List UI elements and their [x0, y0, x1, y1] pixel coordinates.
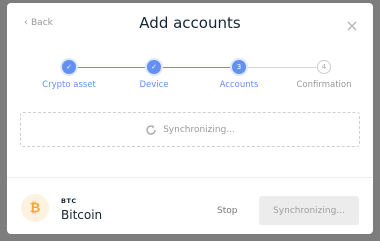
check-icon: ✓	[62, 60, 76, 74]
step-crypto-asset: ✓ Crypto asset	[24, 60, 114, 90]
currency-ticker: BTC	[61, 197, 77, 205]
step-device: ✓ Device	[109, 60, 199, 90]
sync-status-text: Synchronizing...	[163, 124, 235, 135]
bitcoin-icon: ₿	[21, 194, 49, 222]
step-number: 3	[232, 60, 246, 74]
modal-title: Add accounts	[139, 14, 241, 32]
check-icon: ✓	[147, 60, 161, 74]
step-number: 4	[317, 60, 331, 74]
sync-status-box: Synchronizing...	[20, 112, 360, 147]
add-accounts-modal: ‹ Back Add accounts ✓ Crypto asset ✓ Dev…	[7, 3, 373, 234]
close-button[interactable]	[346, 17, 358, 31]
currency-name: Bitcoin	[61, 208, 103, 222]
synchronizing-button[interactable]: Synchronizing...	[259, 196, 359, 225]
step-label: Crypto asset	[42, 80, 96, 90]
modal-footer: ₿ BTC Bitcoin Stop Synchronizing...	[7, 177, 373, 234]
step-label: Accounts	[219, 80, 259, 90]
close-icon	[347, 21, 357, 31]
step-accounts: 3 Accounts	[194, 60, 284, 90]
stepper: ✓ Crypto asset ✓ Device 3 Accounts 4 Con…	[27, 60, 373, 100]
sync-icon	[146, 124, 156, 135]
step-confirmation: 4 Confirmation	[279, 60, 369, 90]
step-label: Confirmation	[296, 80, 352, 90]
stop-button[interactable]: Stop	[217, 206, 237, 216]
step-label: Device	[139, 80, 169, 90]
